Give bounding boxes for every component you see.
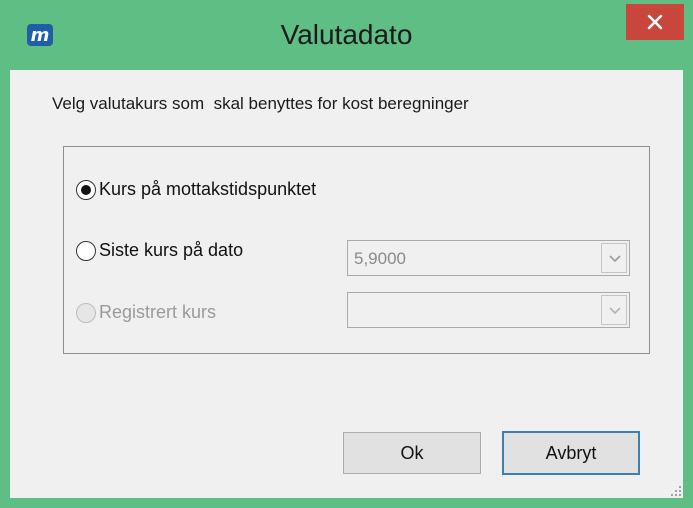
radio-option-label: Kurs på mottakstidspunktet	[99, 179, 317, 199]
dialog-window: m Valutadato Velg valutakurs som skal be…	[0, 0, 693, 508]
ok-button[interactable]: Ok	[343, 432, 481, 474]
close-icon	[647, 14, 663, 30]
dropdown-button[interactable]	[601, 243, 627, 273]
radio-option-label: Registrert kurs	[99, 302, 217, 322]
radio-option-receipt-rate[interactable]: Kurs på mottakstidspunktet	[76, 179, 316, 200]
chevron-down-icon	[609, 307, 621, 315]
radio-option-label: Siste kurs på dato	[99, 240, 244, 260]
dropdown-button	[601, 295, 627, 325]
radio-button[interactable]	[76, 240, 96, 261]
close-button[interactable]	[626, 4, 684, 40]
radio-option-registered-rate: Registrert kurs	[76, 302, 216, 323]
radio-button-selected[interactable]	[76, 179, 96, 200]
instruction-text: Velg valutakurs som skal benyttes for ko…	[52, 94, 469, 113]
chevron-down-icon	[609, 255, 621, 263]
window-title: Valutadato	[280, 19, 413, 50]
date-rate-value: 5,9000	[354, 249, 406, 268]
radio-button-disabled	[76, 302, 96, 323]
title-bar[interactable]: m Valutadato	[0, 0, 693, 70]
cancel-button[interactable]: Avbryt	[502, 431, 640, 475]
date-rate-dropdown[interactable]: 5,9000	[347, 240, 630, 276]
resize-grip-icon[interactable]	[670, 485, 682, 497]
registered-rate-dropdown	[347, 292, 630, 328]
radio-option-last-rate-on-date[interactable]: Siste kurs på dato	[76, 240, 243, 261]
